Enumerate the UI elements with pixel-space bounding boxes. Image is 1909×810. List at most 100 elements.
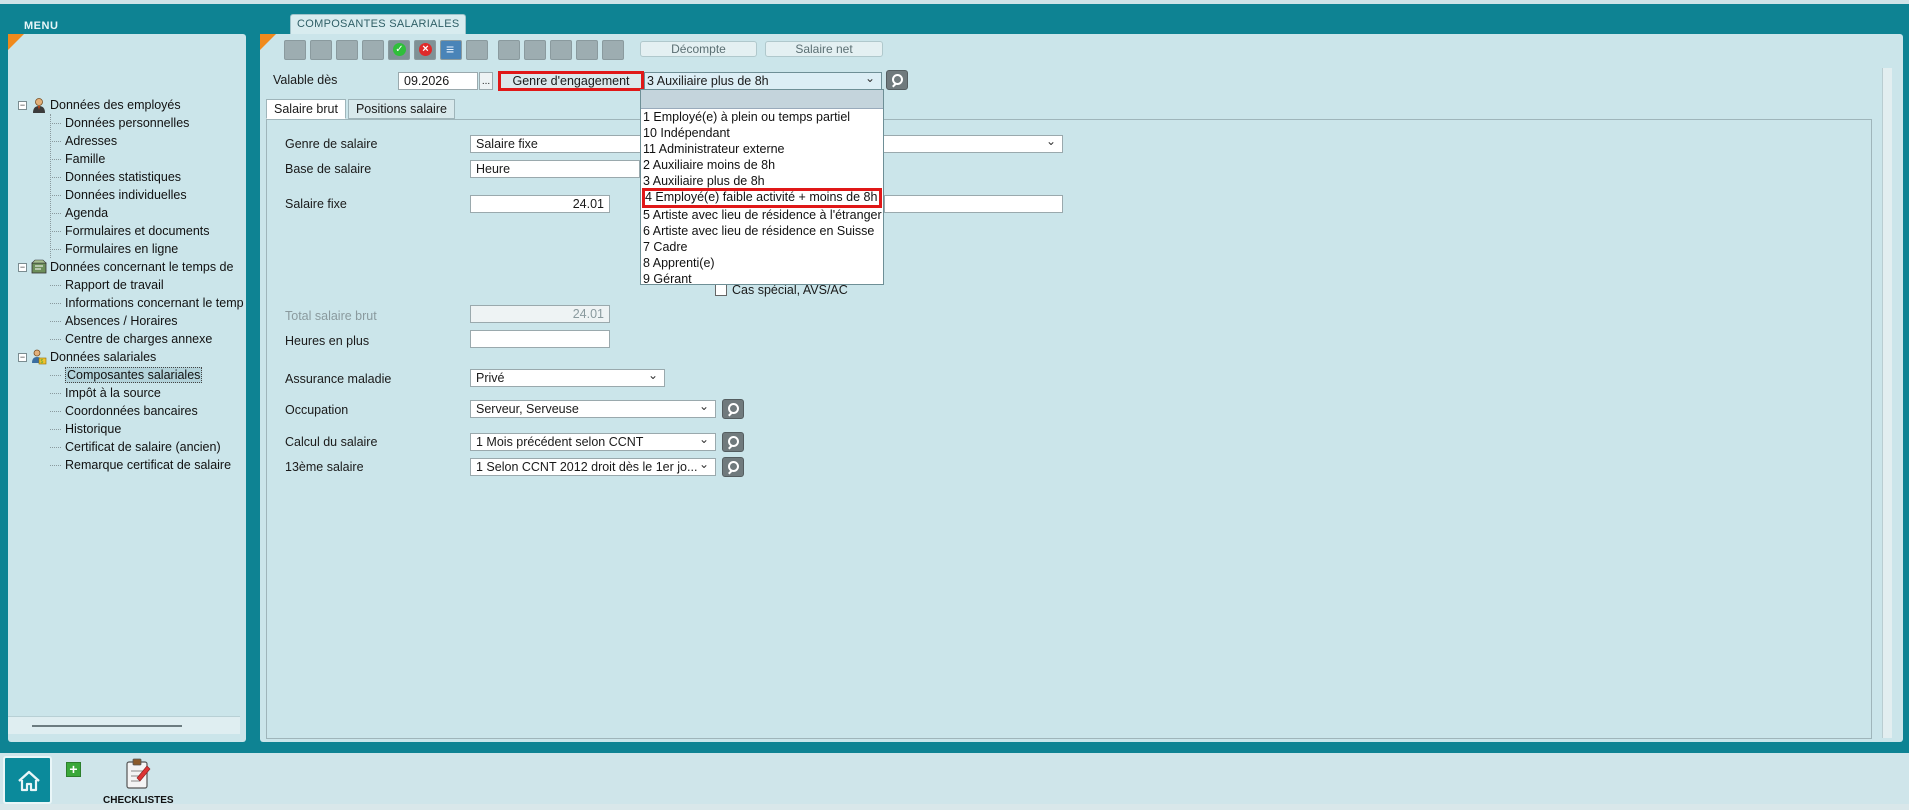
- dropdown-option-highlighted[interactable]: 4 Employé(e) faible activité + moins de …: [642, 188, 882, 208]
- total-brut-label: Total salaire brut: [285, 309, 377, 323]
- treizieme-label: 13ème salaire: [285, 460, 364, 474]
- base-salaire-label: Base de salaire: [285, 162, 372, 176]
- toolbar-button[interactable]: [524, 40, 546, 60]
- tab-salaire-brut[interactable]: Salaire brut: [266, 99, 346, 119]
- menu-item[interactable]: Formulaires et documents: [18, 222, 244, 240]
- base-salaire-field[interactable]: Heure: [470, 160, 640, 178]
- menu-item[interactable]: Formulaires en ligne: [18, 240, 244, 258]
- menu-item[interactable]: Agenda: [18, 204, 244, 222]
- search-icon[interactable]: [886, 70, 908, 90]
- toolbar-button[interactable]: [602, 40, 624, 60]
- toolbar: [284, 40, 628, 60]
- corner-marker: [260, 34, 276, 50]
- extra-field[interactable]: [884, 195, 1063, 213]
- search-icon[interactable]: [722, 432, 744, 452]
- dropdown-option[interactable]: 6 Artiste avec lieu de résidence en Suis…: [641, 223, 883, 239]
- calcul-select[interactable]: 1 Mois précédent selon CCNT: [470, 433, 716, 451]
- dropdown-empty-option[interactable]: [641, 90, 883, 109]
- toolbar-button[interactable]: [362, 40, 384, 60]
- dropdown-option[interactable]: 5 Artiste avec lieu de résidence à l'étr…: [641, 207, 883, 223]
- menu-item[interactable]: Données personnelles: [18, 114, 244, 132]
- genre-engagement-select[interactable]: 3 Auxiliaire plus de 8h: [644, 72, 882, 90]
- collapse-icon[interactable]: −: [18, 100, 27, 110]
- menu-item[interactable]: Certificat de salaire (ancien): [18, 438, 244, 456]
- toolbar-button[interactable]: [576, 40, 598, 60]
- calcul-label: Calcul du salaire: [285, 435, 378, 449]
- menu-item[interactable]: Rapport de travail: [18, 276, 244, 294]
- salaire-net-button[interactable]: Salaire net: [765, 41, 883, 57]
- menu-tree: − Données des employés Données personnel…: [18, 96, 244, 474]
- collapse-icon[interactable]: −: [18, 262, 27, 272]
- toolbar-button[interactable]: [336, 40, 358, 60]
- heures-plus-input[interactable]: [470, 330, 610, 348]
- menu-item[interactable]: Adresses: [18, 132, 244, 150]
- time-data-icon: [31, 259, 47, 274]
- search-icon[interactable]: [722, 457, 744, 477]
- menu-item[interactable]: Famille: [18, 150, 244, 168]
- menu-item[interactable]: Données statistiques: [18, 168, 244, 186]
- menu-item[interactable]: Centre de charges annexe: [18, 330, 244, 348]
- decompte-button[interactable]: Décompte: [640, 41, 757, 57]
- document-icon[interactable]: [440, 40, 462, 60]
- genre-salaire-label: Genre de salaire: [285, 137, 378, 151]
- dropdown-option[interactable]: 2 Auxiliaire moins de 8h: [641, 157, 883, 173]
- dropdown-option[interactable]: 3 Auxiliaire plus de 8h: [641, 173, 883, 189]
- svg-text:$: $: [41, 359, 44, 365]
- main-scrollbar[interactable]: [1882, 68, 1892, 738]
- occupation-label: Occupation: [285, 403, 349, 417]
- collapse-icon[interactable]: −: [18, 352, 27, 362]
- menu-item[interactable]: Données individuelles: [18, 186, 244, 204]
- clipboard-icon: [126, 758, 151, 789]
- save-check-icon[interactable]: [388, 40, 410, 60]
- home-icon: [18, 770, 40, 792]
- menu-item[interactable]: Absences / Horaires: [18, 312, 244, 330]
- date-picker-button[interactable]: ...: [479, 72, 493, 90]
- treizieme-select[interactable]: 1 Selon CCNT 2012 droit dès le 1er jo...: [470, 458, 716, 476]
- dropdown-option[interactable]: 1 Employé(e) à plein ou temps partiel: [641, 109, 883, 125]
- assurance-label: Assurance maladie: [285, 372, 392, 386]
- toolbar-button[interactable]: [550, 40, 572, 60]
- bottom-strip: [0, 804, 1909, 810]
- dropdown-option[interactable]: 7 Cadre: [641, 239, 883, 255]
- heures-plus-label: Heures en plus: [285, 334, 370, 348]
- toolbar-button[interactable]: [498, 40, 520, 60]
- menu-group-employes[interactable]: − Données des employés: [18, 96, 244, 114]
- corner-marker: [8, 34, 24, 50]
- toolbar-button[interactable]: [466, 40, 488, 60]
- menu-group-salariales[interactable]: − $ Données salariales: [18, 348, 244, 366]
- menu-item[interactable]: Remarque certificat de salaire: [18, 456, 244, 474]
- dropdown-option[interactable]: 11 Administrateur externe: [641, 141, 883, 157]
- salaire-fixe-input[interactable]: 24.01: [470, 195, 610, 213]
- valable-label: Valable dès: [273, 73, 338, 87]
- cancel-icon[interactable]: [414, 40, 436, 60]
- toolbar-button[interactable]: [284, 40, 306, 60]
- bottom-bar: [0, 753, 1909, 810]
- menu-item[interactable]: Historique: [18, 420, 244, 438]
- menu-item[interactable]: Informations concernant le temps: [18, 294, 244, 312]
- left-scrollbar[interactable]: [8, 716, 240, 734]
- assurance-select[interactable]: Privé: [470, 369, 665, 387]
- menu-title: MENU: [24, 20, 59, 32]
- menu-group-temps[interactable]: − Données concernant le temps de: [18, 258, 244, 276]
- genre-engagement-button[interactable]: Genre d'engagement: [498, 71, 644, 91]
- valable-input[interactable]: 09.2026: [398, 72, 478, 90]
- genre-engagement-dropdown: 1 Employé(e) à plein ou temps partiel 10…: [640, 89, 884, 287]
- page-tab-title[interactable]: COMPOSANTES SALARIALES: [290, 14, 467, 34]
- tab-positions-salaire[interactable]: Positions salaire: [347, 99, 455, 119]
- employee-icon: [33, 98, 45, 113]
- dropdown-option[interactable]: 10 Indépendant: [641, 125, 883, 141]
- dropdown-option[interactable]: 9 Gérant: [641, 271, 883, 287]
- toolbar-button[interactable]: [310, 40, 332, 60]
- search-icon[interactable]: [722, 399, 744, 419]
- add-icon[interactable]: +: [66, 762, 81, 777]
- top-strip: [0, 0, 1909, 4]
- menu-item[interactable]: Impôt à la source: [18, 384, 244, 402]
- dropdown-option[interactable]: 8 Apprenti(e): [641, 255, 883, 271]
- menu-item-selected[interactable]: Composantes salariales: [18, 366, 244, 384]
- occupation-select[interactable]: Serveur, Serveuse: [470, 400, 716, 418]
- home-button[interactable]: [3, 756, 52, 804]
- checklist-button[interactable]: CHECKLISTES: [103, 758, 174, 806]
- menu-item[interactable]: Coordonnées bancaires: [18, 402, 244, 420]
- subtabs: Salaire brut Positions salaire: [266, 99, 457, 119]
- total-brut-field: 24.01: [470, 305, 610, 323]
